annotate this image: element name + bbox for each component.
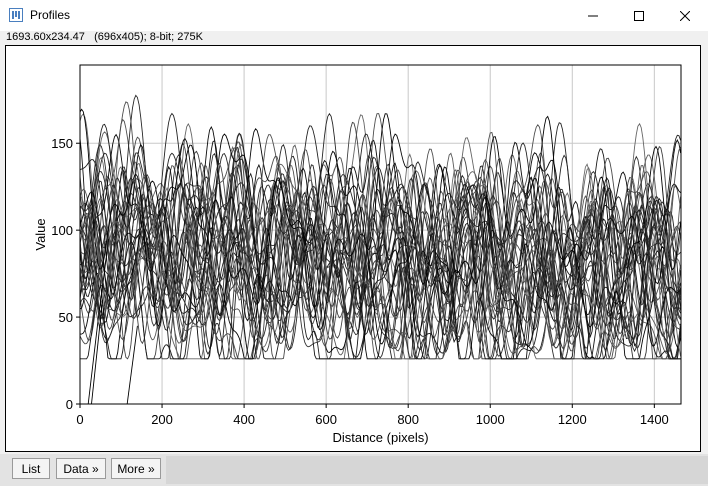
y-axis-label: Value — [33, 218, 48, 250]
y-tick-label: 150 — [51, 136, 73, 151]
x-tick-label: 600 — [315, 412, 337, 427]
window-title: Profiles — [30, 8, 71, 22]
imagej-app-icon — [9, 8, 23, 22]
profile-plot[interactable]: 0 200 400 600 800 1000 1200 1400 0 50 100 150 Distan… — [5, 45, 701, 452]
x-tick-label: 1000 — [476, 412, 505, 427]
data-button[interactable]: Data » — [56, 458, 106, 479]
x-tick-label: 400 — [233, 412, 255, 427]
title-bar: Profiles — [0, 0, 708, 31]
close-button[interactable] — [662, 0, 708, 31]
minimize-icon — [588, 15, 598, 16]
profile-series-line — [126, 325, 138, 405]
maximize-button[interactable] — [616, 0, 662, 31]
image-info-line: 1693.60x234.47 (696x405); 8-bit; 275K — [6, 31, 203, 43]
close-icon — [680, 10, 690, 21]
minimize-button[interactable] — [570, 0, 616, 31]
x-axis-label: Distance (pixels) — [332, 430, 428, 445]
x-tick-label: 1200 — [558, 412, 587, 427]
y-tick-label: 100 — [51, 223, 73, 238]
more-button[interactable]: More » — [111, 458, 161, 479]
button-bar-empty-area — [166, 456, 708, 484]
y-tick-label: 50 — [59, 310, 73, 325]
x-tick-label: 1400 — [640, 412, 669, 427]
y-tick-label: 0 — [66, 397, 73, 412]
x-tick-label: 200 — [151, 412, 173, 427]
x-tick-label: 0 — [76, 412, 83, 427]
list-button[interactable]: List — [12, 458, 50, 479]
x-tick-label: 800 — [397, 412, 419, 427]
maximize-icon — [634, 10, 644, 21]
